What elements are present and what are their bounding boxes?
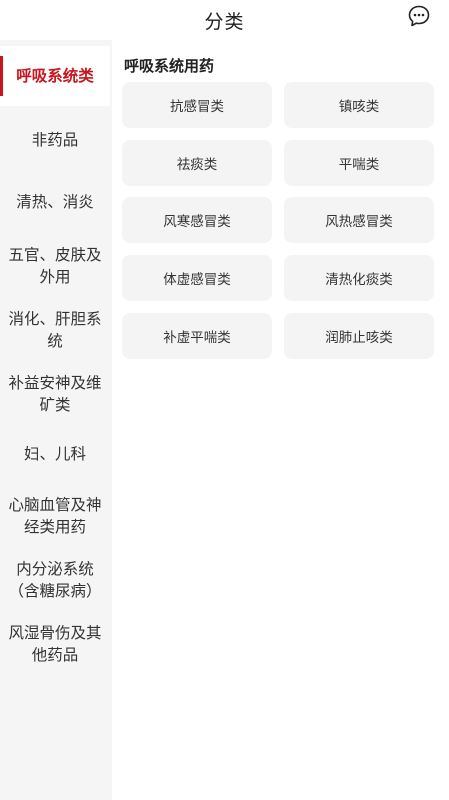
sidebar-item-label: 五官、皮肤及外用 <box>8 246 102 286</box>
sidebar-item-label: 心脑血管及神经类用药 <box>8 496 102 536</box>
card-label: 抗感冒类 <box>170 99 224 115</box>
card-label: 祛痰类 <box>176 157 218 173</box>
card-label: 润肺止咳类 <box>325 330 393 346</box>
subcategory-panel: 呼吸系统用药 抗感冒类 镇咳类 祛痰类 平喘类 风寒感冒类 风热感冒类 体虚感冒… <box>112 40 449 800</box>
sidebar-item-tonic[interactable]: 补益安神及维矿类 <box>0 362 110 426</box>
subcategory-card[interactable]: 补虚平喘类 <box>122 313 272 359</box>
subcategory-card[interactable]: 平喘类 <box>284 140 434 186</box>
page-title: 分类 <box>204 11 245 33</box>
sidebar-item-respiratory[interactable]: 呼吸系统类 <box>0 46 110 106</box>
sidebar-item-label: 内分泌系统（含糖尿病） <box>8 560 102 600</box>
card-label: 镇咳类 <box>338 99 380 115</box>
sidebar-item-label: 风湿骨伤及其他药品 <box>8 624 102 664</box>
subcategory-card[interactable]: 风寒感冒类 <box>122 197 272 243</box>
card-label: 平喘类 <box>338 157 380 173</box>
card-label: 清热化痰类 <box>325 272 393 288</box>
sidebar-item-gyn-pediatrics[interactable]: 妇、儿科 <box>0 424 110 484</box>
sidebar-item-cardio-neuro[interactable]: 心脑血管及神经类用药 <box>0 484 110 548</box>
sidebar-item-heat-clearing[interactable]: 清热、消炎 <box>0 172 110 232</box>
subcategory-card[interactable]: 体虚感冒类 <box>122 255 272 301</box>
card-label: 补虚平喘类 <box>163 330 231 346</box>
sidebar-item-ent-skin[interactable]: 五官、皮肤及外用 <box>0 234 110 298</box>
subcategory-card[interactable]: 润肺止咳类 <box>284 313 434 359</box>
top-bar: 分类 <box>0 0 449 40</box>
sidebar-item-rheumatism[interactable]: 风湿骨伤及其他药品 <box>0 612 110 676</box>
subcategory-card[interactable]: 镇咳类 <box>284 82 434 128</box>
subcategory-card[interactable]: 抗感冒类 <box>122 82 272 128</box>
sidebar-item-label: 清热、消炎 <box>16 193 94 211</box>
category-sidebar: 呼吸系统类 非药品 清热、消炎 五官、皮肤及外用 消化、肝胆系统 补益安神及维矿… <box>0 40 110 800</box>
subcategory-card[interactable]: 清热化痰类 <box>284 255 434 301</box>
subcategory-card[interactable]: 风热感冒类 <box>284 197 434 243</box>
sidebar-item-endocrine[interactable]: 内分泌系统（含糖尿病） <box>0 548 110 612</box>
card-label: 风寒感冒类 <box>163 214 231 230</box>
sidebar-item-label: 补益安神及维矿类 <box>8 374 102 414</box>
sidebar-item-non-drug[interactable]: 非药品 <box>0 110 110 170</box>
sidebar-item-label: 非药品 <box>31 131 79 149</box>
card-label: 体虚感冒类 <box>163 272 231 288</box>
active-indicator <box>0 56 3 96</box>
sidebar-item-digestive[interactable]: 消化、肝胆系统 <box>0 298 110 362</box>
card-label: 风热感冒类 <box>325 214 393 230</box>
subcategory-card[interactable]: 祛痰类 <box>122 140 272 186</box>
chat-bubble-icon[interactable] <box>408 5 430 27</box>
sidebar-item-label: 妇、儿科 <box>23 445 86 463</box>
sidebar-item-label: 消化、肝胆系统 <box>8 310 102 350</box>
sidebar-item-label: 呼吸系统类 <box>16 67 94 85</box>
section-title: 呼吸系统用药 <box>124 57 215 75</box>
